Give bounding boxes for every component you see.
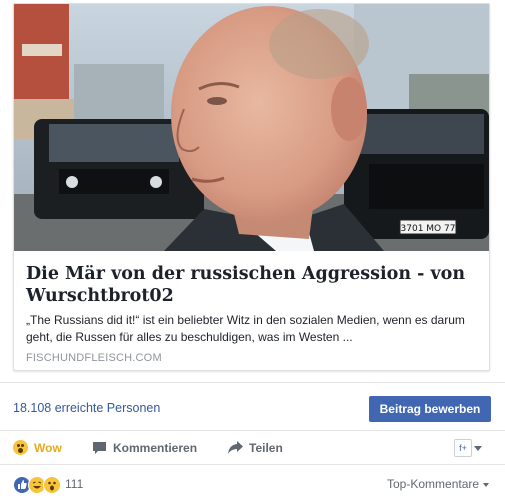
comment-icon [93, 441, 106, 454]
action-bar: Wow Kommentieren Teilen f+ [0, 430, 505, 465]
link-preview-image[interactable]: 3701 MO 77 [14, 4, 489, 251]
post-as-selector-avatar[interactable]: f+ [454, 439, 472, 457]
link-preview-description: „The Russians did it!“ ist ein beliebter… [26, 313, 465, 344]
license-plate: 3701 MO 77 [401, 224, 456, 234]
wow-icon [13, 440, 28, 455]
wow-reaction-icon[interactable] [43, 476, 61, 494]
preview-photo: 3701 MO 77 [14, 4, 489, 251]
post: 3701 MO 77 Die Mär von der russischen Ag… [0, 0, 505, 504]
share-button[interactable]: Teilen [228, 431, 283, 464]
chevron-down-icon[interactable] [474, 446, 482, 451]
reactions-summary: 111 Top-Kommentare [0, 464, 505, 504]
wow-label: Wow [34, 440, 62, 455]
wow-reaction-button[interactable]: Wow [13, 431, 62, 464]
boost-post-button[interactable]: Beitrag bewerben [369, 396, 491, 422]
link-preview-card[interactable]: 3701 MO 77 Die Mär von der russischen Ag… [13, 3, 490, 371]
reach-bar: 18.108 erreichte Personen Beitrag bewerb… [0, 382, 505, 431]
link-preview-title[interactable]: Die Mär von der russischen Aggression - … [26, 263, 481, 307]
link-preview-body[interactable]: Die Mär von der russischen Aggression - … [14, 251, 489, 370]
comment-button[interactable]: Kommentieren [92, 431, 197, 464]
link-preview-domain: FISCHUNDFLEISCH.COM [26, 352, 162, 364]
share-label: Teilen [249, 440, 283, 455]
reaction-count[interactable]: 111 [65, 477, 83, 491]
chevron-down-icon [483, 482, 490, 487]
share-icon [228, 441, 243, 454]
reach-count-link[interactable]: 18.108 erreichte Personen [13, 401, 160, 415]
comment-sort-label: Top-Kommentare [387, 477, 480, 491]
comment-sort-dropdown[interactable]: Top-Kommentare [387, 477, 490, 491]
comment-label: Kommentieren [113, 440, 198, 455]
